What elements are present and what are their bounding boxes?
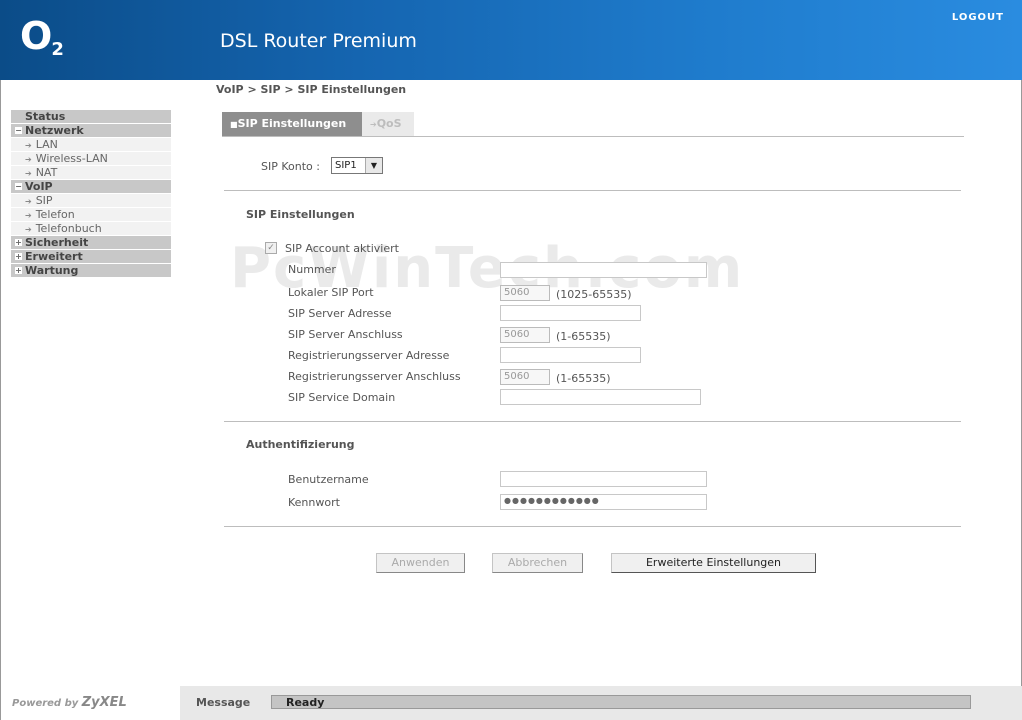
arrow-right-icon: ➔ [25,155,32,164]
benutzername-label: Benutzername [288,473,369,486]
arrow-right-icon: ➔ [25,197,32,206]
divider [224,190,961,191]
sip-server-anschluss-field[interactable]: 5060 [500,327,550,343]
arrow-right-icon: ➔ [25,141,32,150]
abbrechen-button[interactable]: Abbrechen [492,553,583,573]
arrow-right-icon: ➔ [25,211,32,220]
sidebar-item-wlan[interactable]: ➔ Wireless-LAN [11,152,171,165]
sidebar-item-telefonbuch[interactable]: ➔ Telefonbuch [11,222,171,235]
reg-server-adresse-field[interactable] [500,347,641,363]
sip-server-adresse-field[interactable] [500,305,641,321]
reg-server-adresse-label: Registrierungsserver Adresse [288,349,450,362]
expand-icon: + [15,238,22,247]
nummer-field[interactable] [500,262,707,278]
sip-konto-label: SIP Konto : [261,160,320,173]
header-banner: O2 DSL Router Premium LOGOUT [0,0,1022,80]
section-sip-einstellungen: SIP Einstellungen [246,208,355,221]
erweiterte-einstellungen-button[interactable]: Erweiterte Einstellungen [611,553,816,573]
tab-qos[interactable]: ➔QoS [362,112,414,136]
message-status: Ready [271,695,971,709]
sip-service-domain-field[interactable] [500,389,701,405]
sip-account-label: SIP Account aktiviert [285,242,399,255]
sip-server-adresse-label: SIP Server Adresse [288,307,392,320]
reg-server-anschluss-label: Registrierungsserver Anschluss [288,370,461,383]
arrow-right-icon: ➔ [25,169,32,178]
nummer-label: Nummer [288,263,336,276]
o2-logo: O2 [20,14,64,60]
tab-sip-einstellungen[interactable]: ■SIP Einstellungen [222,112,362,136]
left-border [0,80,1,720]
reg-server-anschluss-field[interactable]: 5060 [500,369,550,385]
sidebar-item-nat[interactable]: ➔ NAT [11,166,171,179]
bullet-icon: ■ [230,120,238,129]
lokaler-sip-port-label: Lokaler SIP Port [288,286,374,299]
collapse-icon: − [15,182,22,191]
benutzername-field[interactable] [500,471,707,487]
sidebar-item-status[interactable]: Status [11,110,171,123]
sidebar-item-wartung[interactable]: + Wartung [11,264,171,277]
chevron-down-icon: ▼ [365,158,382,173]
sidebar-item-erweitert[interactable]: + Erweitert [11,250,171,263]
collapse-icon: − [15,126,22,135]
expand-icon: + [15,252,22,261]
breadcrumb: VoIP > SIP > SIP Einstellungen [216,83,407,96]
expand-icon: + [15,266,22,275]
sip-account-checkbox[interactable]: ✓ [265,242,277,254]
logout-link[interactable]: LOGOUT [952,12,1004,23]
divider [224,421,961,422]
arrow-right-icon: ➔ [25,225,32,234]
sip-server-anschluss-label: SIP Server Anschluss [288,328,403,341]
reg-server-anschluss-range: (1-65535) [556,372,611,385]
sidebar-item-sip[interactable]: ➔ SIP [11,194,171,207]
sip-service-domain-label: SIP Service Domain [288,391,396,404]
divider [222,136,964,137]
zyxel-branding: Powered by ZyXEL [12,695,127,710]
sip-server-anschluss-range: (1-65535) [556,330,611,343]
sidebar-nav: Status − Netzwerk ➔ LAN ➔ Wireless-LAN ➔ NAT… [11,110,171,278]
kennwort-field[interactable]: ●●●●●●●●●●●● [500,494,707,510]
kennwort-label: Kennwort [288,496,340,509]
section-authentifizierung: Authentifizierung [246,438,355,451]
divider [224,526,961,527]
product-title: DSL Router Premium [220,30,417,52]
anwenden-button[interactable]: Anwenden [376,553,465,573]
sidebar-item-sicherheit[interactable]: + Sicherheit [11,236,171,249]
message-bar: Message Ready [180,686,1022,720]
arrow-right-icon: ➔ [370,120,377,129]
sidebar-item-lan[interactable]: ➔ LAN [11,138,171,151]
sip-konto-select[interactable]: SIP1 ▼ [331,157,383,174]
lokaler-sip-port-range: (1025-65535) [556,288,632,301]
sidebar-item-netzwerk[interactable]: − Netzwerk [11,124,171,137]
message-label: Message [196,696,251,709]
sidebar-item-voip[interactable]: − VoIP [11,180,171,193]
sidebar-item-telefon[interactable]: ➔ Telefon [11,208,171,221]
lokaler-sip-port-field[interactable]: 5060 [500,285,550,301]
